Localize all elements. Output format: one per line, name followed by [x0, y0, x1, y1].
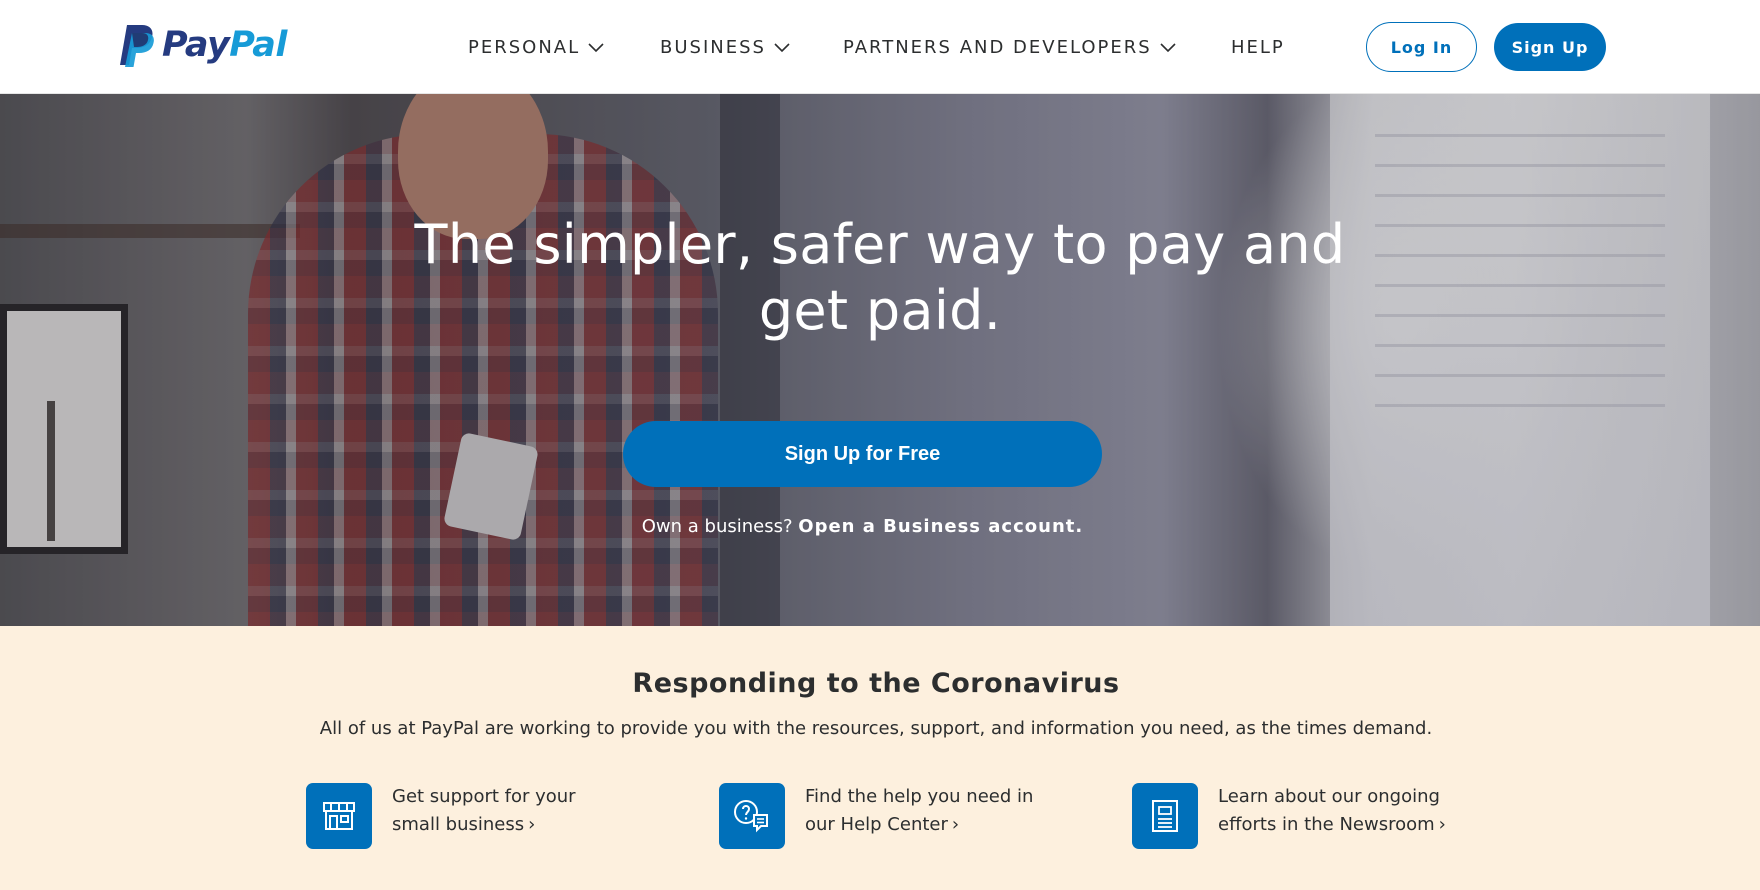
card-line-1: Get support for your [392, 786, 576, 807]
site-header: PayPal PERSONAL BUSINESS PARTNERS AND DE… [0, 0, 1760, 94]
hero-banner: The simpler, safer way to pay and get pa… [0, 94, 1760, 626]
chevron-down-icon [588, 37, 604, 58]
coronavirus-section: Responding to the Coronavirus All of us … [0, 626, 1760, 890]
newsroom-document-icon [1132, 783, 1198, 849]
nav-personal-label: PERSONAL [468, 36, 581, 58]
nav-personal[interactable]: PERSONAL [468, 33, 604, 61]
small-business-card-text: Get support for your small business › [392, 783, 692, 839]
help-chat-icon [719, 783, 785, 849]
nav-help-label: HELP [1231, 36, 1285, 58]
chevron-down-icon [1160, 37, 1176, 58]
card-line-2: our Help Center [805, 814, 948, 835]
hero-title: The simpler, safer way to pay and get pa… [414, 213, 1346, 342]
newsroom-card[interactable]: Learn about our ongoing efforts in the N… [1132, 783, 1518, 851]
card-line-1: Find the help you need in [805, 786, 1034, 807]
paypal-p-icon [120, 25, 154, 67]
chevron-down-icon [774, 37, 790, 58]
signup-button[interactable]: Sign Up [1494, 23, 1606, 71]
chevron-right-icon: › [951, 814, 960, 835]
hero-business-prompt: Own a business? Open a Business account. [500, 516, 1225, 537]
hero-business-question: Own a business? [641, 516, 799, 537]
open-business-account-link[interactable]: Open a Business account. [798, 516, 1083, 537]
nav-partners-developers[interactable]: PARTNERS AND DEVELOPERS [843, 33, 1176, 61]
coronavirus-title: Responding to the Coronavirus [632, 668, 1120, 699]
coronavirus-description: All of us at PayPal are working to provi… [319, 718, 1433, 739]
card-line-1: Learn about our ongoing [1218, 786, 1440, 807]
card-line-2: efforts in the Newsroom [1218, 814, 1435, 835]
nav-help[interactable]: HELP [1231, 33, 1285, 61]
small-business-support-card[interactable]: Get support for your small business › [306, 783, 692, 851]
chevron-right-icon: › [528, 814, 536, 835]
login-button[interactable]: Log In [1366, 22, 1477, 72]
nav-business-label: BUSINESS [660, 36, 766, 58]
chevron-right-icon: › [1438, 814, 1446, 835]
storefront-icon [306, 783, 372, 849]
hero-overlay [0, 94, 1760, 626]
logo-wordmark: PayPal [162, 25, 287, 65]
sign-up-for-free-button[interactable]: Sign Up for Free [623, 421, 1102, 487]
help-center-card-text: Find the help you need in our Help Cente… [805, 783, 1105, 839]
newsroom-card-text: Learn about our ongoing efforts in the N… [1218, 783, 1518, 839]
card-line-2: small business [392, 814, 525, 835]
nav-business[interactable]: BUSINESS [660, 33, 790, 61]
paypal-logo[interactable]: PayPal [118, 22, 287, 68]
help-center-card[interactable]: Find the help you need in our Help Cente… [719, 783, 1105, 851]
nav-partners-label: PARTNERS AND DEVELOPERS [843, 36, 1152, 58]
